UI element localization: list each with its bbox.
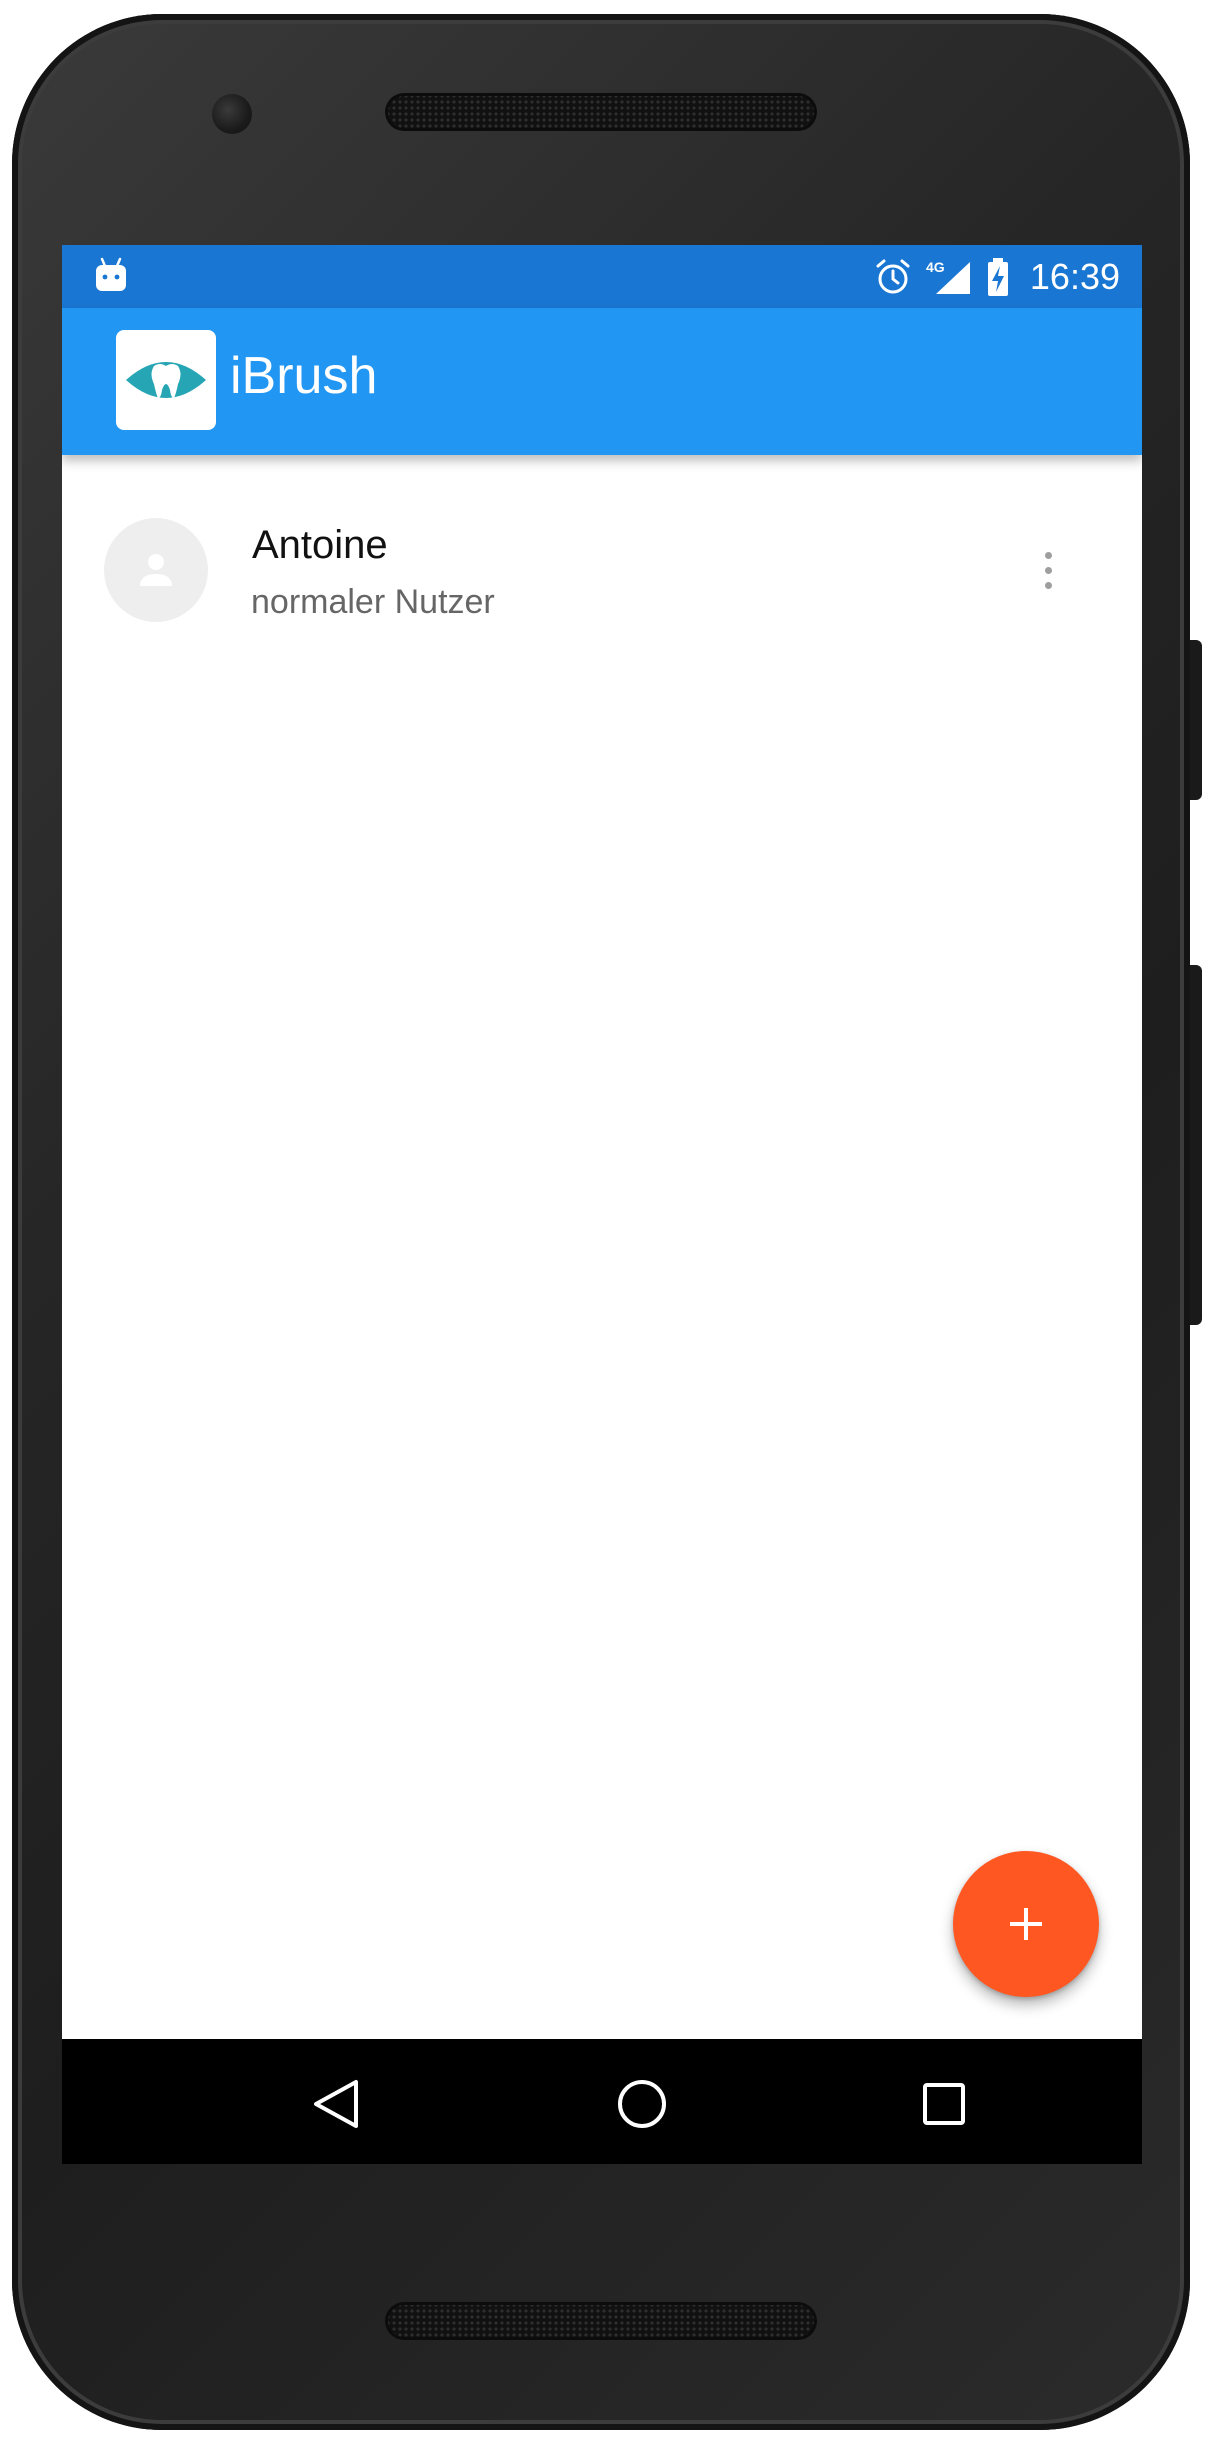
- volume-button: [1190, 965, 1202, 1325]
- app-title: iBrush: [230, 347, 378, 405]
- home-button[interactable]: [602, 2064, 682, 2144]
- recent-apps-button[interactable]: [904, 2064, 984, 2144]
- avatar: [104, 518, 208, 622]
- app-logo: [116, 330, 216, 430]
- battery-charging-icon: [987, 257, 1008, 296]
- recent-apps-icon: [923, 2083, 965, 2125]
- power-button: [1190, 640, 1202, 800]
- status-bar: 4G 16:39: [62, 245, 1142, 308]
- status-icons: 4G 16:39: [874, 245, 1120, 308]
- signal-icon: 4G: [926, 259, 970, 294]
- add-user-button[interactable]: [953, 1851, 1099, 1997]
- home-icon: [618, 2080, 666, 2128]
- front-camera: [212, 94, 252, 134]
- plus-icon: [1010, 1908, 1042, 1940]
- back-icon: [314, 2080, 358, 2128]
- screen: 4G 16:39 iBrush Antoine normaler Nutzer: [62, 245, 1142, 2164]
- navigation-bar: [62, 2039, 1142, 2164]
- network-label: 4G: [926, 259, 945, 275]
- back-button[interactable]: [296, 2064, 376, 2144]
- top-speaker: [385, 93, 817, 131]
- app-bar: iBrush: [62, 308, 1142, 455]
- android-icon: [96, 257, 126, 291]
- user-role: normaler Nutzer: [251, 583, 495, 621]
- bottom-speaker: [385, 2302, 817, 2340]
- clock: 16:39: [1029, 255, 1120, 297]
- user-name: Antoine: [252, 523, 388, 567]
- tooth-logo-icon: [126, 362, 206, 398]
- alarm-icon: [876, 259, 910, 293]
- person-icon: [140, 554, 172, 586]
- more-vert-icon[interactable]: [1028, 537, 1068, 603]
- list-item[interactable]: Antoine normaler Nutzer: [62, 495, 1142, 645]
